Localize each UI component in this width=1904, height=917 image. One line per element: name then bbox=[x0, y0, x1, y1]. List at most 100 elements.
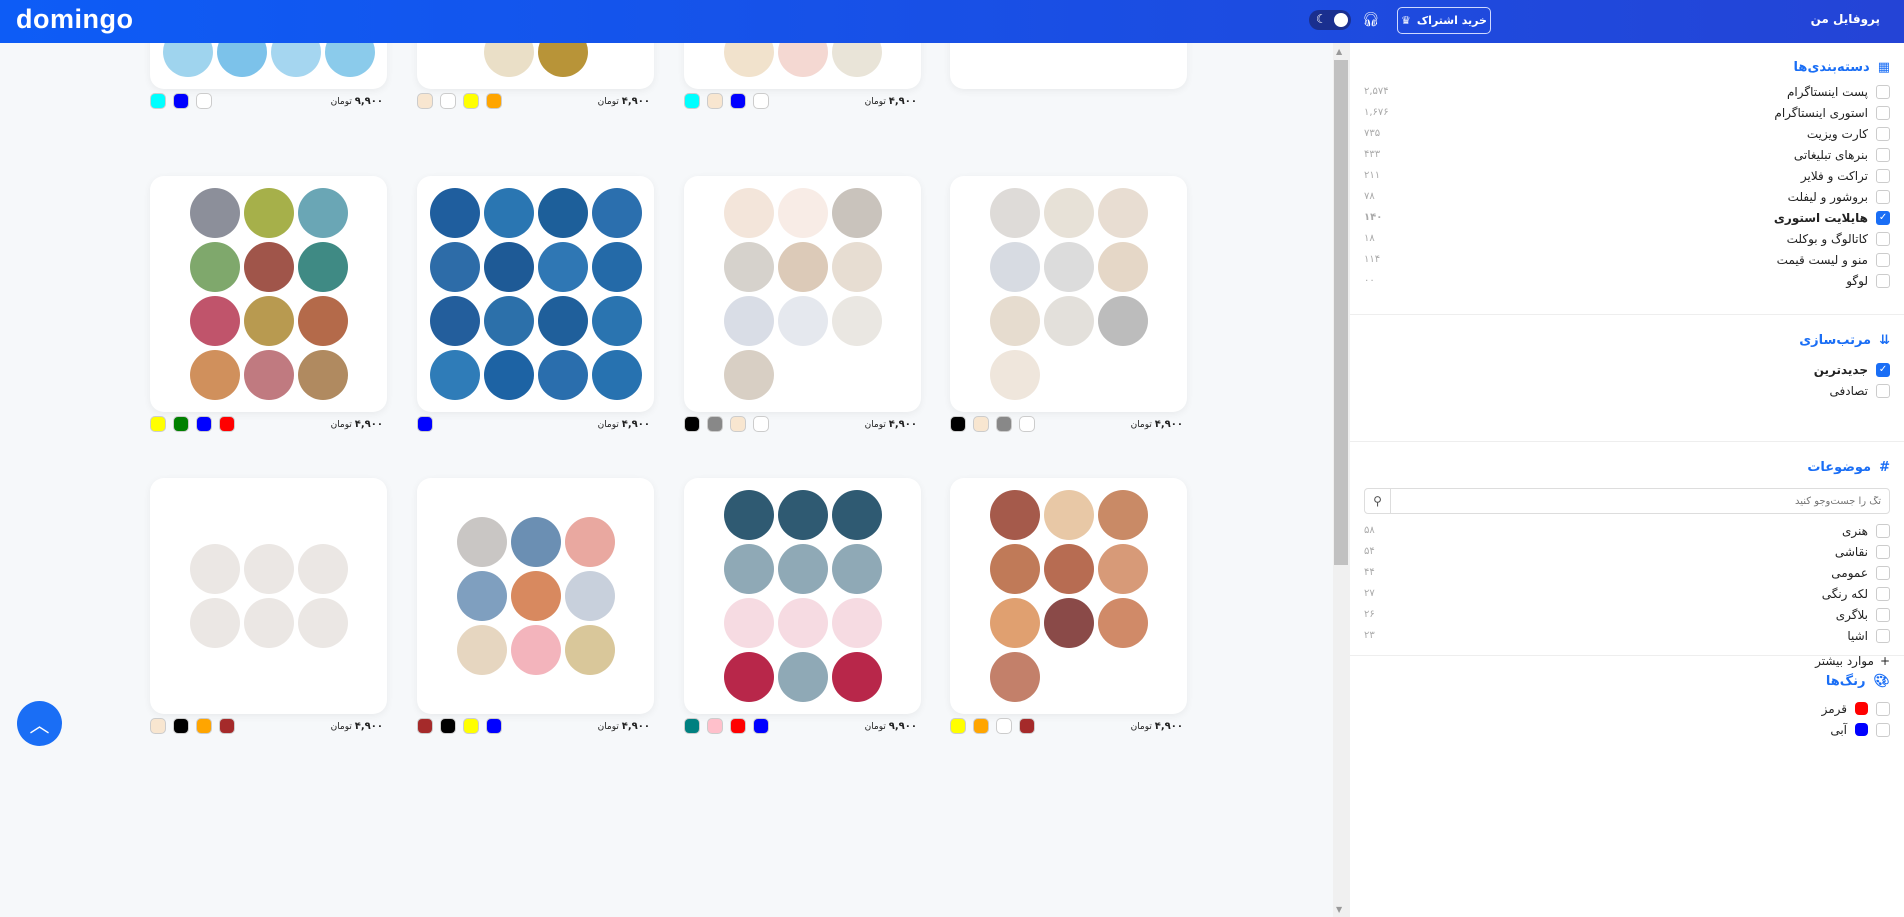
color-swatch[interactable] bbox=[684, 93, 700, 109]
color-swatch[interactable] bbox=[196, 718, 212, 734]
color-swatch[interactable] bbox=[973, 718, 989, 734]
product-card[interactable] bbox=[417, 43, 654, 89]
color-swatch[interactable] bbox=[440, 93, 456, 109]
color-swatch[interactable] bbox=[950, 416, 966, 432]
color-swatch[interactable] bbox=[486, 93, 502, 109]
checkbox[interactable] bbox=[1876, 565, 1890, 580]
product-card[interactable] bbox=[150, 176, 387, 412]
filter-option[interactable]: استوری اینستاگرام ۱,۶۷۶ bbox=[1364, 102, 1890, 123]
color-swatch[interactable] bbox=[219, 718, 235, 734]
checkbox[interactable] bbox=[1876, 586, 1890, 601]
color-swatch[interactable] bbox=[463, 93, 479, 109]
checkbox[interactable] bbox=[1876, 252, 1890, 267]
checkbox[interactable] bbox=[1876, 722, 1890, 737]
color-swatch[interactable] bbox=[173, 718, 189, 734]
product-card[interactable] bbox=[684, 478, 921, 714]
checkbox[interactable] bbox=[1876, 189, 1890, 204]
color-swatch[interactable] bbox=[730, 93, 746, 109]
filter-option[interactable]: کاتالوگ و بوکلت ۱۸ bbox=[1364, 228, 1890, 249]
search-icon[interactable]: ⚲ bbox=[1365, 489, 1391, 513]
filter-option[interactable]: قرمز bbox=[1364, 698, 1890, 719]
color-swatch[interactable] bbox=[753, 93, 769, 109]
color-swatch[interactable] bbox=[684, 718, 700, 734]
color-swatch[interactable] bbox=[753, 416, 769, 432]
product-card[interactable] bbox=[950, 478, 1187, 714]
checkbox[interactable] bbox=[1876, 231, 1890, 246]
checkbox[interactable] bbox=[1876, 273, 1890, 288]
checkbox[interactable] bbox=[1876, 628, 1890, 643]
color-swatch[interactable] bbox=[707, 718, 723, 734]
color-swatch[interactable] bbox=[486, 718, 502, 734]
profile-link[interactable]: پروفایل من bbox=[1811, 12, 1880, 26]
checkbox[interactable] bbox=[1876, 607, 1890, 622]
color-swatch[interactable] bbox=[753, 718, 769, 734]
color-swatch[interactable] bbox=[1019, 416, 1035, 432]
product-card[interactable] bbox=[150, 43, 387, 89]
color-swatch[interactable] bbox=[707, 416, 723, 432]
color-swatch[interactable] bbox=[173, 416, 189, 432]
tag-search-input[interactable] bbox=[1391, 489, 1889, 513]
color-swatch[interactable] bbox=[950, 718, 966, 734]
color-swatch[interactable] bbox=[150, 718, 166, 734]
product-card[interactable] bbox=[417, 176, 654, 412]
checkbox[interactable] bbox=[1876, 523, 1890, 538]
filter-option[interactable]: تصادفی bbox=[1364, 380, 1890, 401]
filter-option[interactable]: لکه رنگی ۲۷ bbox=[1364, 583, 1890, 604]
color-swatch[interactable] bbox=[996, 718, 1012, 734]
color-swatch[interactable] bbox=[996, 416, 1012, 432]
filter-option[interactable]: ✓ هایلایت استوری ۱۴۰ bbox=[1364, 207, 1890, 228]
filter-option[interactable]: بروشور و لیفلت ۷۸ bbox=[1364, 186, 1890, 207]
color-swatch[interactable] bbox=[684, 416, 700, 432]
filter-option[interactable]: بلاگری ۲۶ bbox=[1364, 604, 1890, 625]
color-swatch[interactable] bbox=[463, 718, 479, 734]
filter-option[interactable]: آبی bbox=[1364, 719, 1890, 740]
product-card[interactable] bbox=[684, 176, 921, 412]
product-card[interactable] bbox=[950, 176, 1187, 412]
logo[interactable]: domingo bbox=[16, 4, 133, 35]
color-swatch[interactable] bbox=[417, 93, 433, 109]
filter-option[interactable]: بنرهای تبلیغاتی ۴۳۳ bbox=[1364, 144, 1890, 165]
scroll-down-icon[interactable]: ▼ bbox=[1336, 905, 1342, 914]
color-swatch[interactable] bbox=[196, 93, 212, 109]
color-swatch[interactable] bbox=[417, 416, 433, 432]
filter-option[interactable]: عمومی ۴۴ bbox=[1364, 562, 1890, 583]
color-swatch[interactable] bbox=[219, 416, 235, 432]
filter-option[interactable]: اشیا ۲۳ bbox=[1364, 625, 1890, 646]
color-swatch[interactable] bbox=[196, 416, 212, 432]
subscribe-button[interactable]: ♛ خرید اشتراک bbox=[1397, 7, 1491, 34]
scroll-up-icon[interactable]: ▲ bbox=[1336, 47, 1342, 56]
color-swatch[interactable] bbox=[150, 93, 166, 109]
filter-option[interactable]: هنری ۵۸ bbox=[1364, 520, 1890, 541]
scrollbar-thumb[interactable] bbox=[1334, 60, 1348, 565]
checkbox[interactable] bbox=[1876, 544, 1890, 559]
filter-option[interactable]: تراکت و فلایر ۲۱۱ bbox=[1364, 165, 1890, 186]
filter-option[interactable]: لوگو ۰۰ bbox=[1364, 270, 1890, 291]
dark-mode-toggle[interactable]: ☾ bbox=[1309, 10, 1351, 30]
filter-option[interactable]: ✓ جدیدترین bbox=[1364, 359, 1890, 380]
color-swatch[interactable] bbox=[730, 718, 746, 734]
checkbox[interactable] bbox=[1876, 701, 1890, 716]
color-swatch[interactable] bbox=[730, 416, 746, 432]
color-swatch[interactable] bbox=[417, 718, 433, 734]
checkbox[interactable]: ✓ bbox=[1876, 362, 1890, 377]
checkbox[interactable] bbox=[1876, 126, 1890, 141]
product-card[interactable] bbox=[950, 43, 1187, 89]
filter-option[interactable]: نقاشی ۵۴ bbox=[1364, 541, 1890, 562]
color-swatch[interactable] bbox=[440, 718, 456, 734]
checkbox[interactable] bbox=[1876, 168, 1890, 183]
more-topics-link[interactable]: + موارد بیشتر bbox=[1364, 650, 1890, 671]
filter-option[interactable]: پست اینستاگرام ۲,۵۷۴ bbox=[1364, 81, 1890, 102]
color-swatch[interactable] bbox=[707, 93, 723, 109]
checkbox[interactable] bbox=[1876, 105, 1890, 120]
color-swatch[interactable] bbox=[173, 93, 189, 109]
headphones-icon[interactable]: 🎧︎ bbox=[1362, 12, 1380, 28]
checkbox[interactable] bbox=[1876, 147, 1890, 162]
checkbox[interactable] bbox=[1876, 383, 1890, 398]
filter-option[interactable]: منو و لیست قیمت ۱۱۴ bbox=[1364, 249, 1890, 270]
scroll-to-top-button[interactable]: ︿ bbox=[17, 701, 62, 746]
checkbox[interactable]: ✓ bbox=[1876, 210, 1890, 225]
product-card[interactable] bbox=[684, 43, 921, 89]
checkbox[interactable] bbox=[1876, 84, 1890, 99]
color-swatch[interactable] bbox=[150, 416, 166, 432]
product-card[interactable] bbox=[417, 478, 654, 714]
